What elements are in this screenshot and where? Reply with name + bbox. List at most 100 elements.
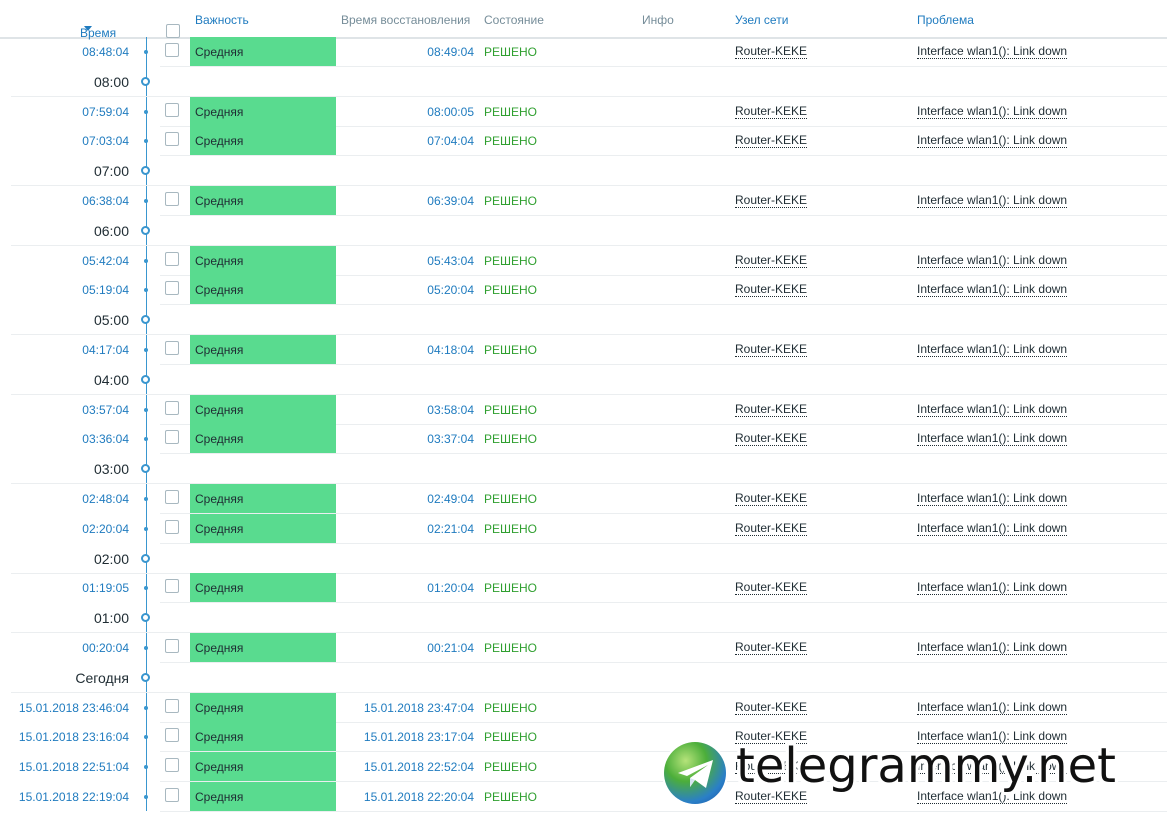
event-time-link[interactable]: 15.01.2018 22:51:04 <box>19 760 129 774</box>
timeline-dot-icon <box>144 407 148 412</box>
table-header: Время Важность Время восстановления Сост… <box>0 0 1167 40</box>
problem-link[interactable]: Interface wlan1(): Link down <box>917 432 1068 447</box>
row-checkbox[interactable] <box>165 728 179 745</box>
recovery-time-link[interactable]: 03:37:04 <box>427 432 474 446</box>
host-link[interactable]: Router-KEKE <box>735 45 808 59</box>
problems-table: Время Важность Время восстановления Сост… <box>0 0 1167 833</box>
event-time-link[interactable]: 04:17:04 <box>82 343 129 357</box>
host-link[interactable]: Router-KEKE <box>735 134 808 149</box>
problem-link[interactable]: Interface wlan1(): Link down <box>917 45 1068 59</box>
timeline-dot-icon <box>144 199 148 203</box>
recovery-time-link[interactable]: 08:00:05 <box>427 105 474 119</box>
event-time-link[interactable]: 15.01.2018 23:46:04 <box>19 701 129 715</box>
timeline-dot-icon <box>144 437 148 442</box>
event-time-link[interactable]: 15.01.2018 22:19:04 <box>19 790 129 804</box>
recovery-time-link[interactable]: 07:04:04 <box>427 134 474 148</box>
column-header-host[interactable]: Узел сети <box>735 13 788 27</box>
event-time-link[interactable]: 05:19:04 <box>82 283 129 297</box>
timeline-group-label: 04:00 <box>93 371 129 388</box>
timeline-group-label: 08:00 <box>93 73 129 90</box>
event-time-link[interactable]: 03:36:04 <box>82 432 129 446</box>
problem-link[interactable]: Interface wlan1(): Link down <box>917 253 1068 268</box>
severity-cell: Средняя <box>190 275 336 305</box>
host-link[interactable]: Router-KEKE <box>735 343 808 357</box>
host-link[interactable]: Router-KEKE <box>735 581 808 596</box>
recovery-time-link[interactable]: 15.01.2018 22:52:04 <box>364 760 474 774</box>
recovery-time-link[interactable]: 15.01.2018 23:17:04 <box>364 730 474 744</box>
host-link[interactable]: Router-KEKE <box>735 402 808 417</box>
row-checkbox[interactable] <box>165 281 179 298</box>
timeline-dot-icon <box>144 109 148 114</box>
event-time-link[interactable]: 02:48:04 <box>82 492 129 506</box>
problem-link[interactable]: Interface wlan1(): Link down <box>917 134 1068 149</box>
problem-link[interactable]: Interface wlan1(): Link down <box>917 492 1068 506</box>
host-link[interactable]: Router-KEKE <box>735 432 808 447</box>
row-checkbox[interactable] <box>165 698 179 716</box>
row-checkbox[interactable] <box>165 519 179 537</box>
problem-link[interactable]: Interface wlan1(): Link down <box>917 283 1068 298</box>
row-checkbox[interactable] <box>165 758 179 775</box>
timeline-group-row: 03:00 <box>0 454 1167 485</box>
recovery-time-link[interactable]: 15.01.2018 22:20:04 <box>364 790 474 804</box>
row-checkbox[interactable] <box>165 430 179 447</box>
row-checkbox[interactable] <box>165 400 179 418</box>
problem-link[interactable]: Interface wlan1(): Link down <box>917 194 1068 208</box>
row-checkbox[interactable] <box>165 102 179 120</box>
host-link[interactable]: Router-KEKE <box>735 521 808 536</box>
event-time-link[interactable]: 05:42:04 <box>82 254 129 268</box>
host-link[interactable]: Router-KEKE <box>735 253 808 268</box>
recovery-time-link[interactable]: 15.01.2018 23:47:04 <box>364 701 474 715</box>
timeline-marker-icon <box>141 672 150 682</box>
row-checkbox[interactable] <box>165 341 179 358</box>
row-checkbox[interactable] <box>165 132 179 149</box>
status-label: РЕШЕНО <box>484 641 538 655</box>
problem-link[interactable]: Interface wlan1(): Link down <box>917 402 1068 417</box>
host-link[interactable]: Router-KEKE <box>735 194 808 208</box>
recovery-time-link[interactable]: 05:20:04 <box>427 283 474 297</box>
host-link[interactable]: Router-KEKE <box>735 283 808 298</box>
event-time-link[interactable]: 02:20:04 <box>82 522 129 536</box>
problem-link[interactable]: Interface wlan1(): Link down <box>917 700 1068 715</box>
host-link[interactable]: Router-KEKE <box>735 104 808 119</box>
event-time-link[interactable]: 00:20:04 <box>82 641 129 655</box>
severity-cell: Средняя <box>190 692 336 722</box>
recovery-time-link[interactable]: 02:21:04 <box>427 522 474 536</box>
recovery-time-link[interactable]: 01:20:04 <box>427 581 474 595</box>
recovery-time-link[interactable]: 02:49:04 <box>427 492 474 506</box>
recovery-time-link[interactable]: 00:21:04 <box>427 641 474 655</box>
row-checkbox[interactable] <box>165 579 179 596</box>
recovery-time-link[interactable]: 06:39:04 <box>427 194 474 208</box>
row-checkbox[interactable] <box>165 43 179 60</box>
timeline-group-row: 04:00 <box>0 365 1167 395</box>
problem-link[interactable]: Interface wlan1(): Link down <box>917 104 1068 119</box>
row-checkbox[interactable] <box>165 192 179 209</box>
problem-link[interactable]: Interface wlan1(): Link down <box>917 343 1068 357</box>
row-checkbox[interactable] <box>165 490 179 507</box>
severity-cell: Средняя <box>190 424 336 454</box>
column-header-problem[interactable]: Проблема <box>917 13 974 27</box>
event-time-link[interactable]: 08:48:04 <box>82 45 129 59</box>
recovery-time-link[interactable]: 03:58:04 <box>427 403 474 417</box>
host-link[interactable]: Router-KEKE <box>735 492 808 506</box>
event-time-link[interactable]: 06:38:04 <box>82 194 129 208</box>
host-link[interactable]: Router-KEKE <box>735 641 808 655</box>
column-header-severity[interactable]: Важность <box>195 13 249 27</box>
timeline-dot-icon <box>144 735 148 740</box>
event-time-link[interactable]: 01:19:05 <box>82 581 129 595</box>
problem-link[interactable]: Interface wlan1(): Link down <box>917 581 1068 596</box>
problem-link[interactable]: Interface wlan1(): Link down <box>917 521 1068 536</box>
host-link[interactable]: Router-KEKE <box>735 700 808 715</box>
row-checkbox[interactable] <box>165 251 179 269</box>
severity-cell: Средняя <box>190 96 336 126</box>
row-checkbox[interactable] <box>165 639 179 656</box>
recovery-time-link[interactable]: 05:43:04 <box>427 254 474 268</box>
table-row: 07:59:04 Средняя 08:00:05 РЕШЕНО Router-KEKE… <box>0 96 1167 127</box>
recovery-time-link[interactable]: 04:18:04 <box>427 343 474 357</box>
event-time-link[interactable]: 07:03:04 <box>82 134 129 148</box>
event-time-link[interactable]: 03:57:04 <box>82 403 129 417</box>
problem-link[interactable]: Interface wlan1(): Link down <box>917 641 1068 655</box>
event-time-link[interactable]: 15.01.2018 23:16:04 <box>19 730 129 744</box>
row-checkbox[interactable] <box>165 788 179 805</box>
recovery-time-link[interactable]: 08:49:04 <box>427 45 474 59</box>
event-time-link[interactable]: 07:59:04 <box>82 105 129 119</box>
